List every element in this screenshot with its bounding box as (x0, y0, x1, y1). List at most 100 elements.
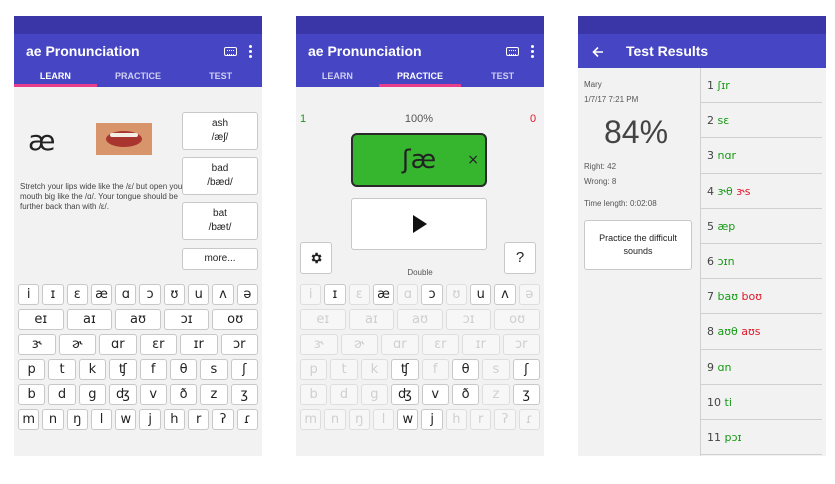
ipa-key[interactable]: z (200, 384, 228, 405)
word-button-bad[interactable]: bad /bæd/ (182, 157, 258, 195)
ipa-key[interactable]: ð (451, 384, 480, 405)
tab-learn[interactable]: LEARN (14, 68, 97, 87)
ipa-key[interactable]: ɑr (99, 334, 137, 355)
ipa-key[interactable]: ʒ (512, 384, 540, 405)
play-button[interactable] (351, 198, 487, 250)
ipa-key[interactable]: ʃ (230, 359, 258, 380)
ipa-key[interactable]: ɪ (42, 284, 64, 305)
ipa-key: aɪ (348, 309, 395, 330)
ipa-key[interactable]: ð (169, 384, 198, 405)
ipa-key[interactable]: ʊ (163, 284, 186, 305)
result-item[interactable]: 1 ʃɪr (701, 68, 822, 104)
ipa-key[interactable]: ɔ (139, 284, 161, 305)
ipa-key[interactable]: εr (139, 334, 177, 355)
tab-practice[interactable]: PRACTICE (378, 68, 462, 87)
ipa-key[interactable]: ɾ (236, 409, 258, 430)
keyboard-icon[interactable] (506, 46, 519, 56)
ipa-key[interactable]: r (188, 409, 210, 430)
test-datetime: 1/7/17 7:21 PM (584, 95, 639, 104)
ipa-key[interactable]: ɔr (220, 334, 258, 355)
ipa-key[interactable]: oʊ (212, 309, 258, 330)
ipa-key[interactable]: ɝ (18, 334, 56, 355)
ipa-key[interactable]: u (188, 284, 210, 305)
ipa-key[interactable]: g (78, 384, 107, 405)
help-button[interactable]: ? (504, 242, 536, 274)
ipa-key[interactable]: θ (169, 359, 198, 380)
close-icon[interactable]: × (467, 135, 479, 185)
ipa-key[interactable]: æ (90, 284, 113, 305)
ipa-key[interactable]: ɔ (421, 284, 443, 305)
ipa-key[interactable]: m (18, 409, 40, 430)
ipa-key[interactable]: k (78, 359, 107, 380)
ipa-key[interactable]: ɪr (180, 334, 218, 355)
ipa-key[interactable]: f (139, 359, 167, 380)
keyboard-icon[interactable] (224, 46, 237, 56)
ipa-key[interactable]: t (48, 359, 76, 380)
ipa-key[interactable]: ʃ (512, 359, 540, 380)
result-item[interactable]: 11 pɔɪ (701, 420, 822, 456)
target-sound-display[interactable]: ʃæ × (351, 133, 487, 187)
settings-button[interactable] (300, 242, 332, 274)
ipa-key[interactable]: ɔɪ (163, 309, 210, 330)
ipa-key: ɝ (300, 334, 338, 355)
right-count: Right: 42 (584, 162, 617, 171)
ipa-key[interactable]: j (139, 409, 161, 430)
result-item[interactable]: 3 nɑr (701, 138, 822, 174)
word-button-ash[interactable]: ash /æʃ/ (182, 112, 258, 150)
ipa-key[interactable]: v (421, 384, 449, 405)
result-item[interactable]: 6 ɔɪn (701, 244, 822, 280)
ipa-key[interactable]: aʊ (115, 309, 161, 330)
result-item[interactable]: 10 ti (701, 385, 822, 420)
ipa-key[interactable]: ʒ (230, 384, 258, 405)
result-item[interactable]: 2 sε (701, 103, 822, 139)
result-number: 4 (707, 184, 718, 198)
tab-learn[interactable]: LEARN (296, 68, 379, 87)
word-button-bat[interactable]: bat /bæt/ (182, 202, 258, 240)
ipa-key[interactable]: v (139, 384, 167, 405)
ipa-key[interactable]: ɚ (58, 334, 96, 355)
result-item[interactable]: 5 æp (701, 209, 822, 244)
ipa-key[interactable]: b (18, 384, 46, 405)
ipa-key[interactable]: eɪ (18, 309, 64, 330)
tab-practice[interactable]: PRACTICE (97, 68, 180, 87)
result-item[interactable]: 7 baʊ boʊ (701, 279, 822, 315)
keyboard-row: iɪεæɑɔʊuʌə (14, 284, 262, 305)
ipa-key[interactable]: u (470, 284, 492, 305)
ipa-key[interactable]: ʧ (109, 359, 137, 380)
ipa-key[interactable]: ʤ (109, 384, 137, 405)
ipa-key[interactable]: ʧ (391, 359, 419, 380)
ipa-key[interactable]: l (90, 409, 113, 430)
overflow-menu-icon[interactable] (531, 44, 534, 58)
result-item[interactable]: 8 aʊθ aʊs (701, 314, 822, 350)
ipa-key[interactable]: j (421, 409, 443, 430)
practice-difficult-button[interactable]: Practice the difficult sounds (584, 220, 692, 270)
overflow-menu-icon[interactable] (249, 44, 252, 58)
ipa-key[interactable]: n (42, 409, 64, 430)
ipa-key[interactable]: ŋ (66, 409, 88, 430)
ipa-key[interactable]: ɑ (115, 284, 137, 305)
ipa-key[interactable]: h (163, 409, 186, 430)
ipa-key[interactable]: w (397, 409, 419, 430)
tab-test[interactable]: TEST (179, 68, 262, 87)
back-arrow-icon[interactable] (592, 46, 604, 58)
ipa-key[interactable]: ɪ (324, 284, 346, 305)
tab-test[interactable]: TEST (461, 68, 544, 87)
ipa-key[interactable]: æ (372, 284, 395, 305)
ipa-key[interactable]: ʌ (212, 284, 234, 305)
result-item[interactable]: 4 ɝθ ɝs (701, 174, 822, 209)
ipa-key[interactable]: ʌ (494, 284, 516, 305)
ipa-key[interactable]: ε (66, 284, 88, 305)
ipa-key[interactable]: p (18, 359, 46, 380)
result-item[interactable]: 9 ɑn (701, 350, 822, 385)
ipa-key[interactable]: i (18, 284, 40, 305)
ipa-key[interactable]: ə (236, 284, 258, 305)
ipa-key[interactable]: ʔ (212, 409, 234, 430)
ipa-key[interactable]: aɪ (66, 309, 113, 330)
ipa-key[interactable]: w (115, 409, 137, 430)
ipa-key[interactable]: d (48, 384, 76, 405)
ipa-key[interactable]: θ (451, 359, 480, 380)
keyboard-row: mnŋlwjhrʔɾ (296, 409, 544, 430)
more-words-button[interactable]: more... (182, 248, 258, 270)
ipa-key[interactable]: s (200, 359, 228, 380)
ipa-key[interactable]: ʤ (391, 384, 419, 405)
